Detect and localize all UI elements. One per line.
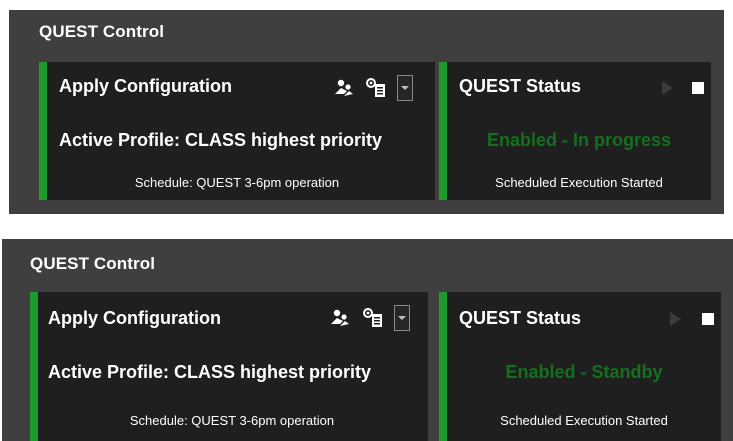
stop-icon [692, 82, 704, 94]
schedule-text: Schedule: QUEST 3-6pm operation [129, 413, 335, 428]
quest-status-state: Enabled - Standby [505, 362, 663, 382]
active-profile-text: Active Profile: CLASS highest priority [48, 362, 372, 382]
chevron-down-icon [398, 316, 406, 320]
play-button[interactable] [665, 308, 685, 330]
config-icon[interactable] [363, 76, 389, 100]
apply-configuration-card: Apply Configuration Active Profile: CLAS… [30, 292, 428, 441]
quest-control-panel: QUEST Control Apply Configuration Active… [9, 10, 724, 214]
quest-status-card: QUEST Status Enabled - In progress Sched… [439, 62, 711, 200]
users-icon[interactable] [328, 307, 352, 329]
apply-dropdown-button[interactable] [394, 305, 410, 331]
panel-title: QUEST Control [30, 254, 156, 273]
config-icon[interactable] [360, 306, 386, 330]
schedule-text: Schedule: QUEST 3-6pm operation [134, 175, 340, 190]
quest-status-info: Scheduled Execution Started [495, 175, 663, 190]
apply-dropdown-button[interactable] [397, 75, 413, 101]
stop-icon [702, 313, 714, 325]
stop-button[interactable] [698, 308, 718, 330]
panel-title: QUEST Control [39, 22, 165, 41]
play-icon [662, 81, 673, 95]
quest-status-info: Scheduled Execution Started [500, 413, 668, 428]
quest-status-state: Enabled - In progress [486, 130, 672, 150]
play-icon [670, 312, 681, 326]
quest-status-title: QUEST Status [459, 76, 582, 96]
users-icon[interactable] [332, 77, 356, 99]
apply-configuration-title: Apply Configuration [59, 76, 232, 96]
apply-configuration-card: Apply Configuration Active Profile: CLAS… [39, 62, 435, 200]
quest-status-title: QUEST Status [459, 308, 582, 328]
quest-control-panel: QUEST Control Apply Configuration Active… [2, 239, 733, 441]
stop-button[interactable] [688, 77, 708, 99]
chevron-down-icon [401, 86, 409, 90]
quest-status-card: QUEST Status Enabled - Standby Scheduled… [439, 292, 721, 441]
play-button[interactable] [657, 77, 677, 99]
active-profile-text: Active Profile: CLASS highest priority [59, 130, 383, 150]
apply-configuration-title: Apply Configuration [48, 308, 221, 328]
